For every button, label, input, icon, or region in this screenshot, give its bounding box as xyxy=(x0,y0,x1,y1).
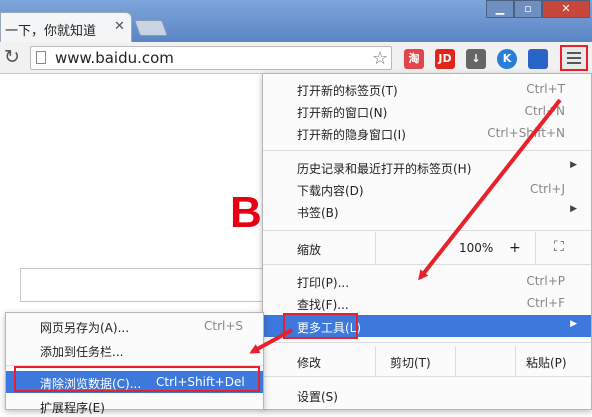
taobao-extension-icon[interactable]: 淘 xyxy=(404,49,424,69)
paw-extension-icon[interactable]: 🐾 xyxy=(528,49,548,69)
submenu-item-extensions[interactable]: 扩展程序(E) xyxy=(6,395,263,417)
edit-row: 修改 剪切(T) 粘贴(P) xyxy=(263,346,591,376)
title-bar: 一下，你就知道 ✕ ▁ ▫ ✕ xyxy=(0,0,592,42)
address-bar[interactable]: www.baidu.com xyxy=(30,46,392,70)
zoom-value: 100% xyxy=(459,241,494,255)
submenu-arrow-icon: ▶ xyxy=(570,204,577,214)
tab-title: 一下，你就知道 xyxy=(5,24,97,39)
browser-tab[interactable]: 一下，你就知道 ✕ xyxy=(0,12,132,42)
submenu-item-save-page[interactable]: 网页另存为(A)... Ctrl+S xyxy=(6,315,263,337)
reload-icon[interactable]: ↻ xyxy=(4,46,20,68)
tab-close-icon[interactable]: ✕ xyxy=(114,19,125,34)
more-tools-submenu: 网页另存为(A)... Ctrl+S 添加到任务栏... 清除浏览数据(C)..… xyxy=(5,312,264,415)
jd-extension-icon[interactable]: JD xyxy=(435,49,455,69)
url-text[interactable]: www.baidu.com xyxy=(55,49,174,67)
close-window-button[interactable]: ✕ xyxy=(542,0,590,18)
download-extension-icon[interactable]: ↓ xyxy=(466,49,486,69)
paste-button[interactable]: 粘贴(P) xyxy=(515,346,591,376)
page-icon xyxy=(36,51,46,64)
submenu-arrow-icon: ▶ xyxy=(570,319,577,329)
new-tab-button[interactable] xyxy=(134,20,168,36)
menu-item-new-window[interactable]: 打开新的窗口(N) Ctrl+N xyxy=(263,100,591,122)
menu-item-print[interactable]: 打印(P)... Ctrl+P xyxy=(263,270,591,292)
baidu-logo-letter: B xyxy=(230,188,262,237)
window-controls: ▁ ▫ ✕ xyxy=(486,0,592,18)
copy-button[interactable] xyxy=(455,346,515,376)
minimize-button[interactable]: ▁ xyxy=(486,0,514,18)
menu-item-downloads[interactable]: 下载内容(D) Ctrl+J xyxy=(263,178,591,200)
menu-item-new-tab[interactable]: 打开新的标签页(T) Ctrl+T xyxy=(263,78,591,100)
edit-label: 修改 xyxy=(297,356,322,370)
hamburger-icon xyxy=(567,52,581,64)
chrome-main-menu: 打开新的标签页(T) Ctrl+T 打开新的窗口(N) Ctrl+N 打开新的隐… xyxy=(262,73,592,410)
menu-separator xyxy=(263,150,591,151)
menu-item-bookmarks[interactable]: 书签(B) ▶ xyxy=(263,200,591,222)
submenu-item-add-taskbar[interactable]: 添加到任务栏... xyxy=(6,339,263,361)
fullscreen-icon: ⛶ xyxy=(554,239,564,255)
fullscreen-button[interactable]: ⛶ xyxy=(535,232,591,264)
chrome-menu-button[interactable] xyxy=(560,45,588,71)
maximize-button[interactable]: ▫ xyxy=(514,0,542,18)
menu-separator xyxy=(263,376,591,377)
menu-item-settings[interactable]: 设置(S) xyxy=(263,384,591,406)
annotation-box-more-tools xyxy=(283,313,358,339)
zoom-plus-button[interactable]: + xyxy=(509,240,521,256)
menu-separator xyxy=(263,230,591,231)
menu-item-find[interactable]: 查找(F)... Ctrl+F xyxy=(263,292,591,314)
k-extension-icon[interactable]: K xyxy=(497,49,517,69)
zoom-minus-button[interactable] xyxy=(375,232,447,264)
zoom-row: 缩放 100% + ⛶ xyxy=(263,232,591,264)
submenu-arrow-icon: ▶ xyxy=(570,160,577,170)
zoom-label: 缩放 xyxy=(297,243,322,257)
menu-separator xyxy=(263,342,591,343)
cut-button[interactable]: 剪切(T) xyxy=(375,346,455,376)
menu-item-history[interactable]: 历史记录和最近打开的标签页(H) ▶ xyxy=(263,156,591,178)
annotation-box-clear-data xyxy=(14,366,260,392)
bookmark-star-icon[interactable]: ☆ xyxy=(372,48,388,69)
menu-separator xyxy=(263,264,591,265)
menu-item-incognito[interactable]: 打开新的隐身窗口(I) Ctrl+Shift+N xyxy=(263,122,591,144)
